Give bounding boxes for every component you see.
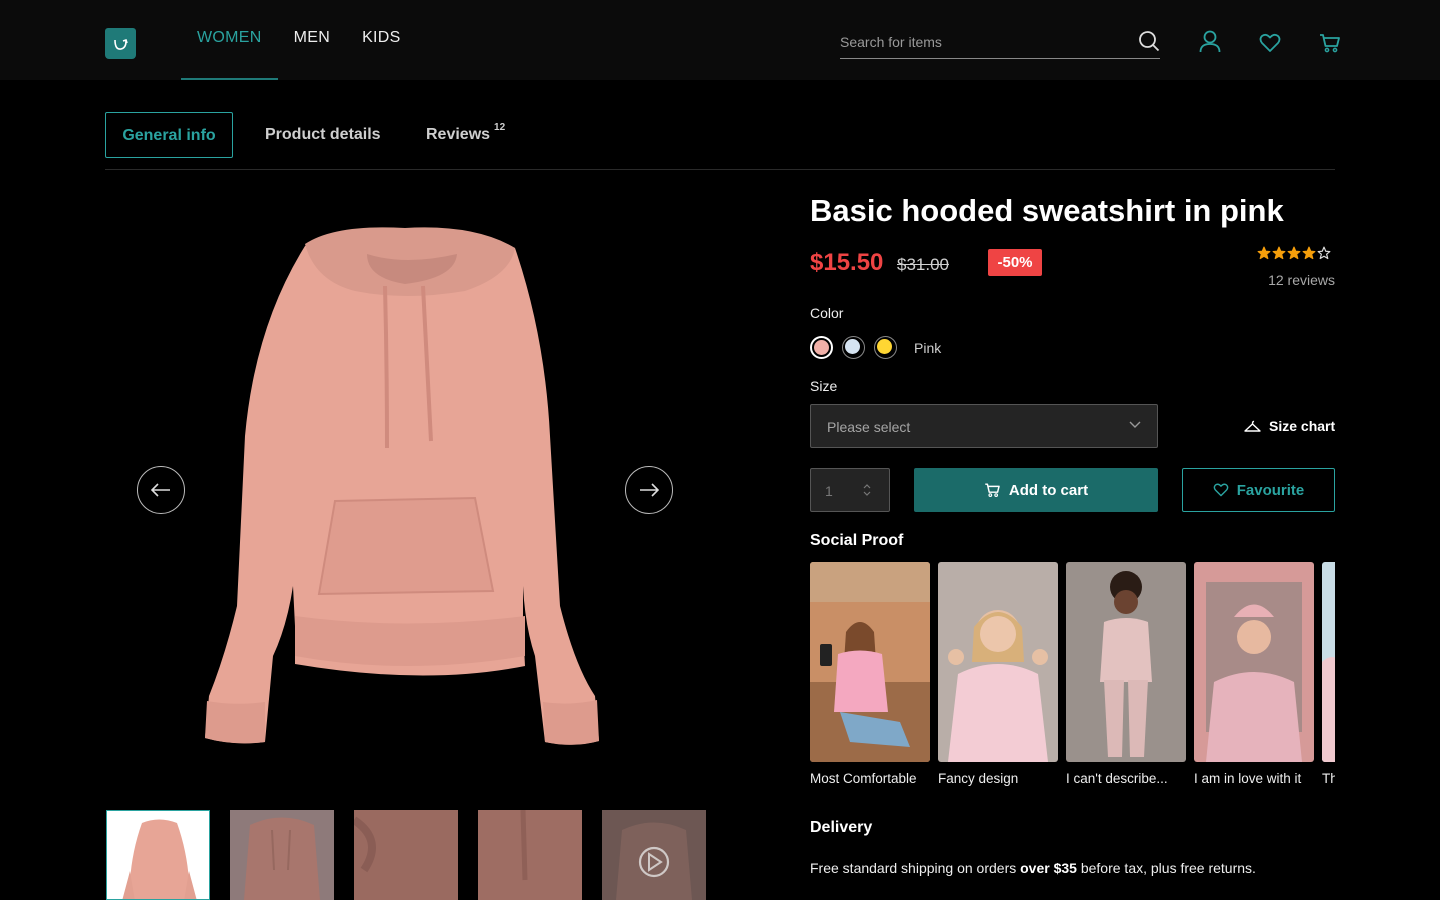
star-filled-icon bbox=[1302, 246, 1316, 260]
social-proof-photo bbox=[1066, 562, 1186, 762]
add-to-cart-label: Add to cart bbox=[1008, 481, 1089, 499]
hanger-icon bbox=[1244, 420, 1261, 432]
thumbnail-3[interactable] bbox=[354, 810, 458, 900]
heart-icon bbox=[1213, 483, 1229, 497]
color-label: Color bbox=[810, 305, 844, 321]
search-icon[interactable] bbox=[1138, 30, 1160, 52]
social-proof-caption: I am in love with it bbox=[1194, 771, 1302, 786]
social-proof-caption: Most Comfortable bbox=[810, 771, 917, 786]
thumbnail-strip bbox=[106, 810, 706, 900]
sale-price: $15.50 bbox=[810, 249, 884, 276]
nav-kids[interactable]: KIDS bbox=[346, 0, 417, 80]
star-filled-icon bbox=[1287, 246, 1301, 260]
product-tabs: General info Product details Reviews 12 bbox=[105, 112, 1335, 170]
social-proof-photo bbox=[938, 562, 1058, 762]
color-swatch-yellow[interactable] bbox=[874, 336, 897, 359]
cart-icon[interactable] bbox=[1319, 32, 1341, 54]
social-proof-photo bbox=[810, 562, 930, 762]
prev-image-button[interactable] bbox=[137, 466, 185, 514]
size-chart-link[interactable]: Size chart bbox=[1244, 418, 1335, 434]
arrow-left-icon bbox=[151, 483, 170, 497]
tab-reviews[interactable]: Reviews 12 bbox=[426, 112, 505, 158]
favourite-label: Favourite bbox=[1236, 481, 1305, 499]
cart-icon bbox=[985, 483, 1000, 497]
main-nav: WOMEN MEN KIDS bbox=[181, 0, 417, 80]
reviews-count-link[interactable]: 12 reviews bbox=[1268, 272, 1335, 288]
delivery-title: Delivery bbox=[810, 819, 873, 836]
reviews-count-badge: 12 bbox=[494, 122, 506, 133]
next-image-button[interactable] bbox=[625, 466, 673, 514]
star-empty-icon bbox=[1317, 246, 1331, 260]
nav-women[interactable]: WOMEN bbox=[181, 0, 278, 80]
heart-icon[interactable] bbox=[1259, 33, 1281, 53]
social-proof-card[interactable]: Fancy design bbox=[938, 562, 1058, 786]
social-proof-card[interactable]: I can't describe... bbox=[1066, 562, 1186, 786]
original-price: $31.00 bbox=[897, 255, 949, 274]
top-header: WOMEN MEN KIDS bbox=[0, 0, 1440, 80]
delivery-text-start: Free standard shipping on orders bbox=[810, 860, 1021, 876]
stepper-arrows-icon[interactable] bbox=[863, 483, 871, 497]
social-proof-photo bbox=[1194, 562, 1314, 762]
social-proof-photo bbox=[1322, 562, 1335, 762]
chevron-down-icon bbox=[1129, 421, 1141, 428]
search-bar bbox=[840, 28, 1160, 59]
color-swatch-pink[interactable] bbox=[810, 336, 833, 359]
social-proof-caption: I can't describe... bbox=[1066, 771, 1168, 786]
size-label: Size bbox=[810, 378, 838, 394]
thumbnail-1[interactable] bbox=[106, 810, 210, 900]
favourite-button[interactable]: Favourite bbox=[1182, 468, 1335, 512]
rating-stars bbox=[1257, 246, 1331, 260]
product-image bbox=[105, 186, 715, 786]
color-swatch-blue[interactable] bbox=[842, 336, 865, 359]
social-proof-caption: Th bbox=[1322, 771, 1335, 786]
quantity-value: 1 bbox=[825, 483, 833, 499]
shopping-bag-logo[interactable] bbox=[105, 28, 136, 59]
star-filled-icon bbox=[1257, 246, 1271, 260]
thumbnail-4[interactable] bbox=[478, 810, 582, 900]
tab-general-info[interactable]: General info bbox=[105, 112, 233, 158]
size-select-value: Please select bbox=[827, 419, 911, 435]
product-title: Basic hooded sweatshirt in pink bbox=[810, 193, 1284, 228]
star-filled-icon bbox=[1272, 246, 1286, 260]
size-select[interactable]: Please select bbox=[810, 404, 1158, 448]
quantity-stepper[interactable]: 1 bbox=[810, 468, 890, 512]
thumbnail-video[interactable] bbox=[602, 810, 706, 900]
delivery-text-end: before tax, plus free returns. bbox=[1076, 860, 1256, 876]
delivery-text: Free standard shipping on orders over $3… bbox=[810, 860, 1256, 876]
user-icon[interactable] bbox=[1199, 30, 1221, 54]
tab-reviews-label: Reviews bbox=[426, 126, 491, 143]
thumbnail-2[interactable] bbox=[230, 810, 334, 900]
nav-men[interactable]: MEN bbox=[278, 0, 346, 80]
social-proof-card[interactable]: Most Comfortable bbox=[810, 562, 930, 786]
social-proof-carousel: Most Comfortable Fancy design I can't de… bbox=[810, 562, 1335, 802]
social-proof-card[interactable]: I am in love with it bbox=[1194, 562, 1314, 786]
size-chart-label: Size chart bbox=[1269, 418, 1336, 434]
social-proof-title: Social Proof bbox=[810, 532, 904, 549]
social-proof-caption: Fancy design bbox=[938, 771, 1019, 786]
selected-color-name: Pink bbox=[914, 340, 942, 356]
social-proof-card[interactable]: Th bbox=[1322, 562, 1335, 786]
hoodie-illustration bbox=[205, 227, 599, 745]
tab-product-details[interactable]: Product details bbox=[265, 112, 381, 158]
add-to-cart-button[interactable]: Add to cart bbox=[914, 468, 1158, 512]
discount-badge: -50% bbox=[988, 249, 1042, 276]
search-input[interactable] bbox=[840, 28, 1130, 56]
delivery-threshold: over $35 bbox=[1020, 860, 1077, 876]
arrow-right-icon bbox=[640, 483, 659, 497]
